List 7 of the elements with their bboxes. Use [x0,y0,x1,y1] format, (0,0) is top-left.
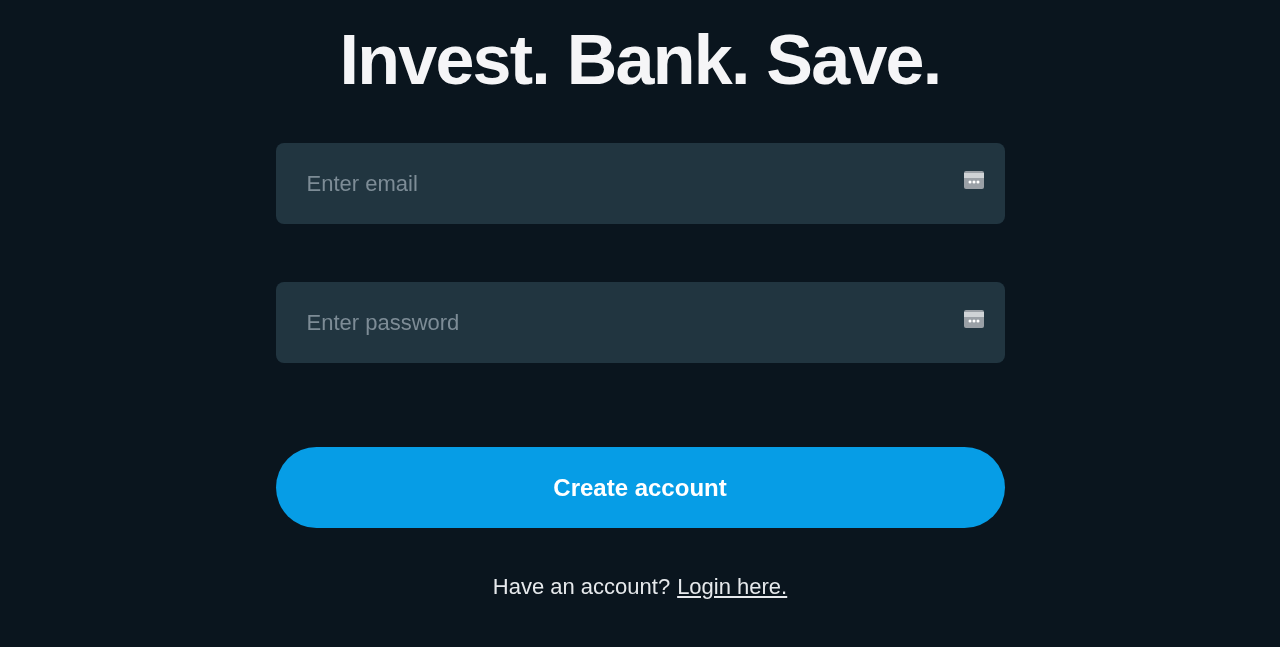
account-prompt: Have an account? [492,573,671,601]
headline: Invest. Bank. Save. [339,20,941,101]
password-manager-icon[interactable] [963,171,984,189]
login-link[interactable]: Login here. [677,570,788,603]
input-field[interactable]: Enter email [275,143,1005,224]
input-field[interactable]: Enter password [275,282,1005,363]
password-manager-icon[interactable] [963,310,984,328]
